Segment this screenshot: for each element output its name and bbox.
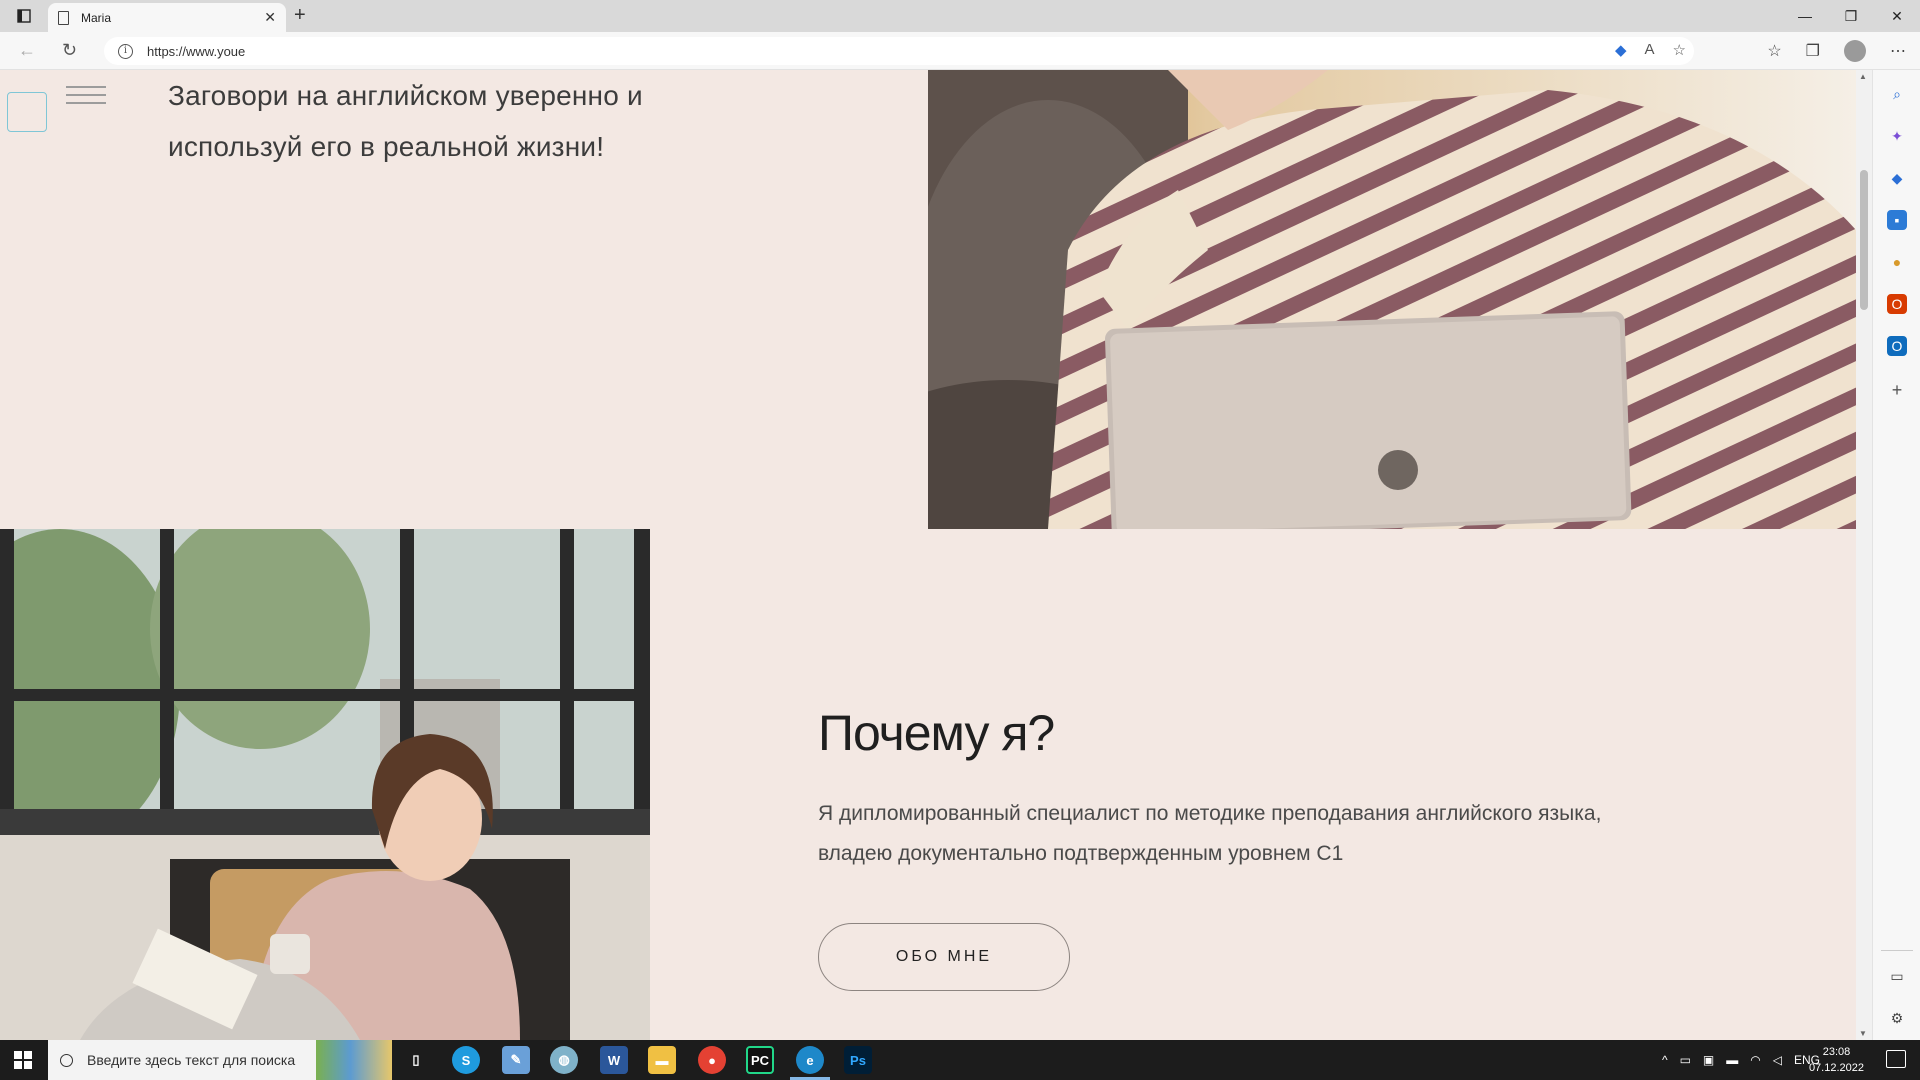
browser-tab[interactable]: Maria ✕ — [48, 3, 286, 32]
tools-icon[interactable]: ▪ — [1887, 210, 1907, 230]
edge-icon[interactable]: e — [796, 1046, 824, 1074]
info-icon[interactable]: i — [118, 43, 133, 59]
refresh-icon[interactable]: ↻ — [62, 40, 77, 61]
minimize-button[interactable]: — — [1782, 0, 1828, 32]
browser-tab-bar: Maria ✕ + — ❐ ✕ — [0, 0, 1920, 32]
chrome-icon[interactable]: ● — [698, 1046, 726, 1074]
url-text[interactable]: https://www.youe — [147, 44, 245, 59]
wifi-icon[interactable]: ◠ — [1750, 1053, 1760, 1067]
battery-icon[interactable]: ▬ — [1726, 1053, 1738, 1067]
pycharm-icon[interactable]: PC — [746, 1046, 774, 1074]
clock-time: 23:08 — [1822, 1046, 1851, 1058]
why-me-line2: владею документально подтвержденным уров… — [818, 842, 1344, 865]
word-icon[interactable]: W — [600, 1046, 628, 1074]
more-icon[interactable]: ⋯ — [1890, 41, 1906, 61]
windows-taskbar: Введите здесь текст для поиска ▯ S ✎ ◍ W… — [0, 1040, 1920, 1080]
favorite-add-icon[interactable]: ☆ — [1673, 41, 1686, 59]
read-aloud-icon[interactable]: A — [1645, 41, 1655, 59]
skype-icon[interactable]: S — [452, 1046, 480, 1074]
taskbar-search-icon — [60, 1053, 73, 1067]
teacher-photo — [0, 529, 650, 1040]
settings-icon[interactable]: ⚙ — [1887, 1008, 1907, 1028]
window-controls: — ❐ ✕ — [1782, 0, 1920, 32]
page-content: Заговори на английском уверенно и исполь… — [0, 70, 1856, 1040]
menu-icon[interactable] — [66, 86, 106, 108]
doc-icon — [58, 10, 69, 25]
favorites-icon[interactable]: ☆ — [1767, 41, 1781, 61]
sidebar-toggle-icon[interactable] — [8, 6, 40, 26]
add-icon[interactable]: + — [1887, 380, 1907, 400]
clock[interactable]: 23:08 07.12.2022 — [1809, 1044, 1864, 1076]
explorer-icon[interactable]: ▬ — [648, 1046, 676, 1074]
hero-photo — [928, 70, 1856, 529]
back-icon[interactable]: ← — [18, 40, 36, 61]
address-bar[interactable]: i https://www.youe ◆ A ☆ — [104, 37, 1694, 65]
monitor-icon[interactable]: ▣ — [1703, 1053, 1714, 1067]
about-me-button[interactable]: ОБО МНЕ — [818, 923, 1070, 991]
split-screen-icon[interactable]: ▭ — [1887, 966, 1907, 986]
meet-icon[interactable]: ▭ — [1680, 1053, 1691, 1067]
office-icon[interactable]: O — [1887, 294, 1907, 314]
scroll-thumb[interactable] — [1860, 170, 1868, 310]
task-view-icon[interactable]: ▯ — [402, 1046, 430, 1074]
profile-icon[interactable] — [1844, 40, 1866, 62]
taskbar-search[interactable]: Введите здесь текст для поиска — [48, 1040, 392, 1080]
taskbar-search-placeholder[interactable]: Введите здесь текст для поиска — [87, 1052, 295, 1068]
hero-tagline-line1: Заговори на английском уверенно и — [168, 80, 643, 111]
why-me-title: Почему я? — [818, 705, 1055, 761]
scroll-up-icon[interactable]: ▲ — [1859, 72, 1867, 81]
close-window-button[interactable]: ✕ — [1874, 0, 1920, 32]
copilot-icon[interactable]: ✦ — [1887, 126, 1907, 146]
system-tray: ^ ▭ ▣ ▬ ◠ ◁ ENG — [1662, 1040, 1820, 1080]
why-me-description: Я дипломированный специалист по методике… — [818, 794, 1718, 874]
volume-icon[interactable]: ◁ — [1773, 1053, 1782, 1067]
photoshop-icon[interactable]: Ps — [844, 1046, 872, 1074]
notes-icon[interactable]: ✎ — [502, 1046, 530, 1074]
logo-box[interactable] — [7, 92, 47, 132]
search-highlight-image — [316, 1040, 392, 1080]
shopping-tag-icon[interactable]: ◆ — [1615, 41, 1627, 59]
windows-icon[interactable] — [14, 1051, 32, 1069]
hero-tagline-line2: используй его в реальной жизни! — [168, 131, 605, 162]
sidebar-divider — [1881, 950, 1913, 951]
collections-icon[interactable]: ❐ — [1806, 41, 1820, 61]
scroll-down-icon[interactable]: ▼ — [1859, 1029, 1867, 1038]
restore-button[interactable]: ❐ — [1828, 0, 1874, 32]
browser-toolbar: ← ↻ i https://www.youe ◆ A ☆ ☆ ❐ ⋯ — [0, 32, 1920, 70]
tray-chevron-icon[interactable]: ^ — [1662, 1053, 1668, 1067]
page-scrollbar[interactable]: ▲ ▼ — [1856, 70, 1872, 1040]
why-me-line1: Я дипломированный специалист по методике… — [818, 802, 1602, 825]
paint-icon[interactable]: ◍ — [550, 1046, 578, 1074]
hero-tagline: Заговори на английском уверенно и исполь… — [168, 70, 728, 172]
games-icon[interactable]: ● — [1887, 252, 1907, 272]
outlook-icon[interactable]: O — [1887, 336, 1907, 356]
tab-close-button[interactable]: ✕ — [264, 9, 276, 26]
tab-title: Maria — [81, 10, 112, 25]
edge-sidebar: ⌕ ✦ ◆ ▪ ● O O + ▭ ⚙ — [1872, 70, 1920, 1040]
new-tab-button[interactable]: + — [294, 4, 306, 27]
notification-icon[interactable] — [1886, 1050, 1906, 1068]
search-icon[interactable]: ⌕ — [1887, 84, 1907, 104]
clock-date: 07.12.2022 — [1808, 1062, 1864, 1074]
shopping-icon[interactable]: ◆ — [1887, 168, 1907, 188]
